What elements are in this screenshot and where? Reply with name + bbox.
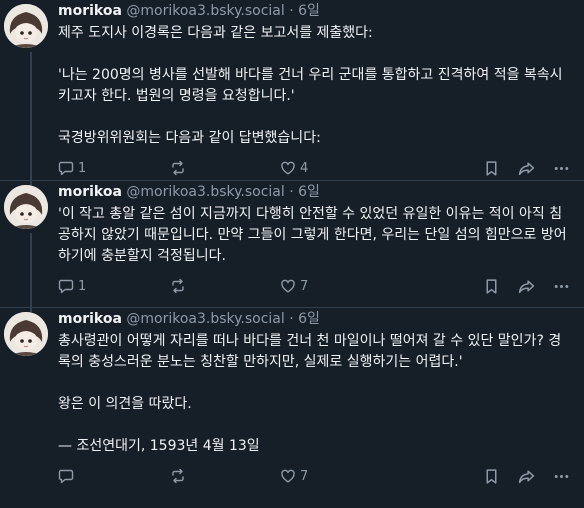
heart-icon [281, 469, 295, 483]
post-paragraph: '이 작고 총알 같은 섬이 지금까지 다행히 안전할 수 있었던 유일한 이유… [58, 206, 567, 264]
thread-connector [30, 52, 32, 180]
bookmark-icon[interactable] [483, 278, 500, 295]
author-handle[interactable]: @morikoa3.bsky.social [126, 311, 284, 327]
reply-button[interactable]: 1 [58, 278, 170, 294]
post-actions: 7 [58, 465, 570, 487]
avatar[interactable] [4, 185, 48, 229]
share-arrow-icon[interactable] [518, 160, 535, 177]
repost-button[interactable] [170, 468, 280, 484]
post-timestamp[interactable]: 6일 [298, 3, 320, 19]
post-3[interactable]: morikoa @morikoa3.bsky.social · 6일 총사령관이… [0, 307, 584, 508]
post-timestamp[interactable]: 6일 [298, 184, 320, 200]
thread-feed: morikoa @morikoa3.bsky.social · 6일 제주 도지… [0, 0, 584, 508]
post-header: morikoa @morikoa3.bsky.social · 6일 [58, 0, 570, 20]
author-name[interactable]: morikoa [58, 184, 122, 200]
post-paragraph: 제주 도지사 이경록은 다음과 같은 보고서를 제출했다: [58, 25, 373, 41]
post-1[interactable]: morikoa @morikoa3.bsky.social · 6일 제주 도지… [0, 0, 584, 180]
reply-count: 1 [78, 160, 87, 176]
author-name[interactable]: morikoa [58, 3, 122, 19]
post-actions: 1 4 [58, 157, 570, 179]
post-paragraph: 국경방위위원회는 다음과 같이 답변했습니다: [58, 130, 321, 146]
post-text: 총사령관이 어떻게 자리를 떠나 바다를 건너 천 마일이나 떨어져 갈 수 있… [58, 331, 570, 457]
reply-count: 1 [78, 278, 87, 294]
repost-arrows-icon [172, 468, 184, 484]
author-name[interactable]: morikoa [58, 311, 122, 327]
author-handle[interactable]: @morikoa3.bsky.social [126, 3, 284, 19]
repost-button[interactable] [170, 278, 280, 294]
reply-button[interactable] [58, 468, 170, 484]
speech-bubble-icon [58, 279, 74, 294]
reply-button[interactable]: 1 [58, 160, 170, 176]
post-paragraph: 총사령관이 어떻게 자리를 떠나 바다를 건너 천 마일이나 떨어져 갈 수 있… [58, 333, 562, 370]
post-paragraph: — 조선연대기, 1593년 4월 13일 [58, 438, 260, 454]
repost-arrows-icon [172, 278, 184, 294]
bookmark-icon[interactable] [483, 468, 500, 485]
more-dots-icon[interactable] [553, 278, 570, 295]
thread-connector [30, 308, 32, 312]
post-paragraph: '나는 200명의 병사를 선발해 바다를 건너 우리 군대를 통합하고 진격하… [58, 67, 563, 104]
post-2[interactable]: morikoa @morikoa3.bsky.social · 6일 '이 작고… [0, 180, 584, 307]
like-count: 7 [300, 278, 309, 294]
post-timestamp[interactable]: 6일 [298, 311, 320, 327]
author-handle[interactable]: @morikoa3.bsky.social [126, 184, 284, 200]
bookmark-icon[interactable] [483, 160, 500, 177]
separator-dot: · [289, 3, 294, 19]
separator-dot: · [289, 184, 294, 200]
like-button[interactable]: 7 [280, 468, 440, 484]
post-header: morikoa @morikoa3.bsky.social · 6일 [58, 308, 570, 328]
post-header: morikoa @morikoa3.bsky.social · 6일 [58, 181, 570, 201]
separator-dot: · [289, 311, 294, 327]
post-actions: 1 7 [58, 275, 570, 297]
share-arrow-icon[interactable] [518, 468, 535, 485]
repost-arrows-icon [172, 160, 184, 176]
speech-bubble-icon [58, 469, 74, 484]
more-dots-icon[interactable] [553, 160, 570, 177]
post-text: '이 작고 총알 같은 섬이 지금까지 다행히 안전할 수 있었던 유일한 이유… [58, 204, 570, 267]
like-button[interactable]: 7 [280, 278, 440, 294]
speech-bubble-icon [58, 161, 74, 176]
avatar[interactable] [4, 312, 48, 356]
repost-button[interactable] [170, 160, 280, 176]
avatar[interactable] [4, 4, 48, 48]
thread-connector [30, 233, 32, 307]
heart-icon [281, 161, 295, 175]
like-count: 7 [300, 468, 309, 484]
like-count: 4 [300, 160, 309, 176]
share-arrow-icon[interactable] [518, 278, 535, 295]
heart-icon [281, 279, 295, 293]
like-button[interactable]: 4 [280, 160, 440, 176]
more-dots-icon[interactable] [553, 468, 570, 485]
thread-connector [30, 181, 32, 185]
post-paragraph: 왕은 이 의견을 따랐다. [58, 396, 192, 412]
post-text: 제주 도지사 이경록은 다음과 같은 보고서를 제출했다: '나는 200명의 … [58, 23, 570, 149]
